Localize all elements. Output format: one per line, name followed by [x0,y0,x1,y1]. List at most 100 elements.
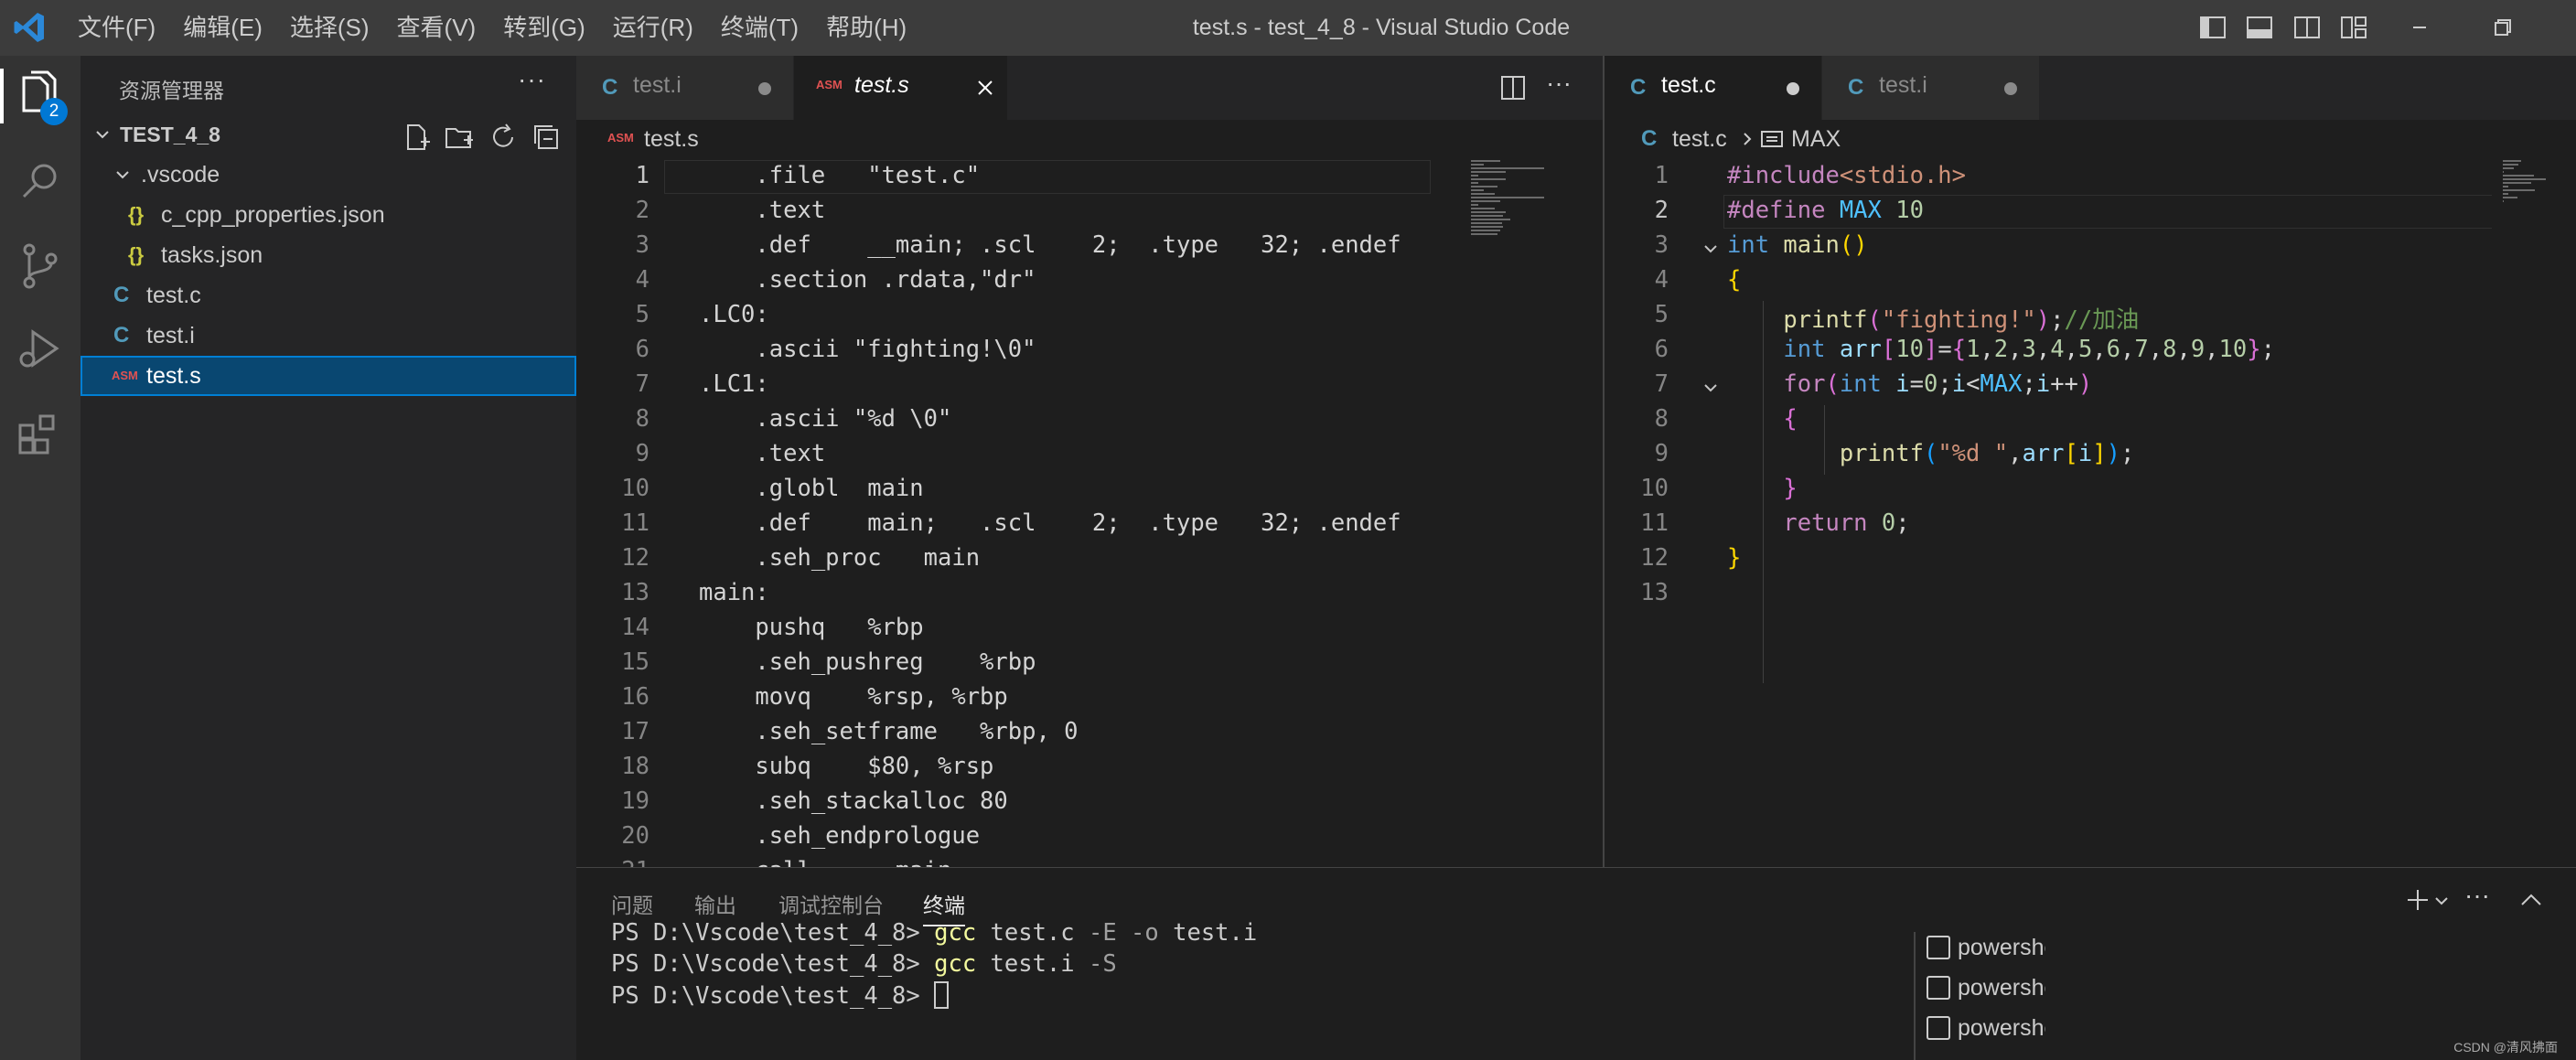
minimap-line [1471,208,1495,209]
terminal-arg: test.c [976,919,1089,947]
code-line: .seh_setframe %rbp, 0 [699,718,1079,745]
panel-tab-debug-console[interactable]: 调试控制台 [778,888,884,919]
tab-test-i-right[interactable]: C test.i [1822,56,2040,120]
fold-chevron-icon[interactable] [1701,240,1720,258]
code-line: call __main [699,857,951,867]
menu-item[interactable]: 选择(S) [276,0,383,56]
menu-item[interactable]: 运行(R) [599,0,707,56]
customize-layout-icon[interactable] [2340,14,2367,41]
menu-item[interactable]: 查看(V) [383,0,490,56]
code-line: subq $80, %rsp [699,753,994,780]
search-icon[interactable] [13,155,68,209]
left-code-editor[interactable]: 123456789101112131415161718192021 .file … [576,158,1460,867]
right-minimap[interactable] [2496,158,2576,213]
line-number: 7 [1654,370,1669,398]
menu-item[interactable]: 编辑(E) [169,0,276,56]
tree-item-test-i[interactable]: C test.i [80,316,576,356]
unsaved-dot-icon[interactable] [758,82,771,95]
chevron-down-icon[interactable] [2433,893,2450,909]
line-number: 12 [1640,544,1669,572]
code-token: printf [1783,306,1868,334]
code-token: ; [2050,306,2065,334]
panel-more-actions[interactable]: ··· [2464,881,2490,910]
minimap-line [1471,226,1504,228]
breadcrumb-file[interactable]: test.c [1672,120,1727,158]
unsaved-dot-icon[interactable] [1787,82,1799,95]
breadcrumb-file[interactable]: test.s [644,120,699,158]
asm-file-icon: ASM [112,369,138,382]
new-folder-icon[interactable] [444,122,475,153]
json-file-icon: {} [128,243,145,266]
code-token: } [2247,336,2261,363]
sidebar-more-actions[interactable]: ··· [518,65,546,94]
line-number: 1 [1654,162,1669,189]
code-token: int [1839,370,1882,398]
terminal-session-item[interactable]: powershell [1927,935,2045,975]
code-token: [ [1881,336,1896,363]
toggle-panel-icon[interactable] [2246,14,2273,41]
code-token: ) [2035,306,2051,334]
close-tab-icon[interactable] [975,78,995,98]
source-control-icon[interactable] [13,239,68,294]
tree-item-tasks-json[interactable]: {} tasks.json [80,235,576,275]
minimap-line [1471,178,1507,180]
toggle-secondary-sidebar-icon[interactable] [2293,14,2321,41]
terminal-session-item[interactable]: powershell [1927,975,2045,1015]
maximize-panel-icon[interactable] [2517,886,2545,914]
extensions-icon[interactable] [13,407,68,462]
menu-item[interactable]: 文件(F) [64,0,169,56]
breadcrumb-symbol[interactable]: MAX [1791,120,1841,158]
line-number: 3 [1654,231,1669,259]
collapse-folders-icon[interactable] [531,122,562,153]
code-line: .file "test.c" [699,162,981,189]
code-line: main: [699,579,769,606]
panel-tab-problems[interactable]: 问题 [611,888,653,919]
code-token: ; [2260,336,2275,363]
tree-item-c-cpp-properties[interactable]: {} c_cpp_properties.json [80,195,576,235]
minimap-line [2503,164,2518,166]
code-line: .ascii "fighting!\0" [699,336,1036,363]
new-file-icon[interactable] [401,122,432,153]
vscode-logo-icon [14,13,44,42]
menu-item[interactable]: 帮助(H) [812,0,920,56]
code-token: () [1839,231,1868,259]
unsaved-dot-icon[interactable] [2004,82,2017,95]
new-terminal-icon[interactable] [2404,886,2431,914]
panel-tab-output[interactable]: 输出 [694,888,736,919]
code-line: printf("fighting!");//加油 [1727,301,2139,335]
line-number: 11 [621,509,649,537]
left-minimap[interactable] [1464,158,1583,396]
tree-item-test-c[interactable]: C test.c [80,275,576,316]
right-code-editor[interactable]: 1 2 3 4 5 6 7 8 9 10 11 12 13 #include<stdio.h> #defin… [1605,158,2492,867]
menu-item[interactable]: 转到(G) [489,0,599,56]
refresh-explorer-icon[interactable] [488,122,519,153]
editor-more-actions[interactable]: ··· [1546,69,1572,98]
split-editor-icon[interactable] [1498,73,1528,102]
menu-item[interactable]: 终端(T) [707,0,812,56]
c-file-icon: C [113,323,130,348]
tab-test-i[interactable]: C test.i [576,56,794,120]
minimize-window-icon[interactable] [2378,0,2461,56]
minimap-line [1471,211,1507,213]
toggle-primary-sidebar-icon[interactable] [2199,14,2227,41]
terminal-session-item[interactable]: powershell [1927,1015,2045,1055]
code-token: } [1727,544,1742,572]
code-token: 5 [2077,336,2093,363]
tree-item-vscode-folder[interactable]: .vscode [80,155,576,195]
tab-test-c[interactable]: C test.c [1605,56,1822,120]
restore-window-icon[interactable] [2461,0,2543,56]
code-token: return [1783,509,1868,537]
line-number: 8 [1654,405,1669,433]
fold-chevron-icon[interactable] [1701,379,1720,397]
tree-item-test-s[interactable]: ASM test.s [80,356,576,396]
minimap-line [1471,164,1485,166]
line-number: 14 [621,614,649,641]
code-token: 2 [1993,336,2009,363]
tab-test-s[interactable]: ASM test.s [794,56,1008,120]
minimap-line [2503,167,2514,169]
run-debug-icon[interactable] [13,323,68,378]
line-number: 9 [635,440,649,467]
